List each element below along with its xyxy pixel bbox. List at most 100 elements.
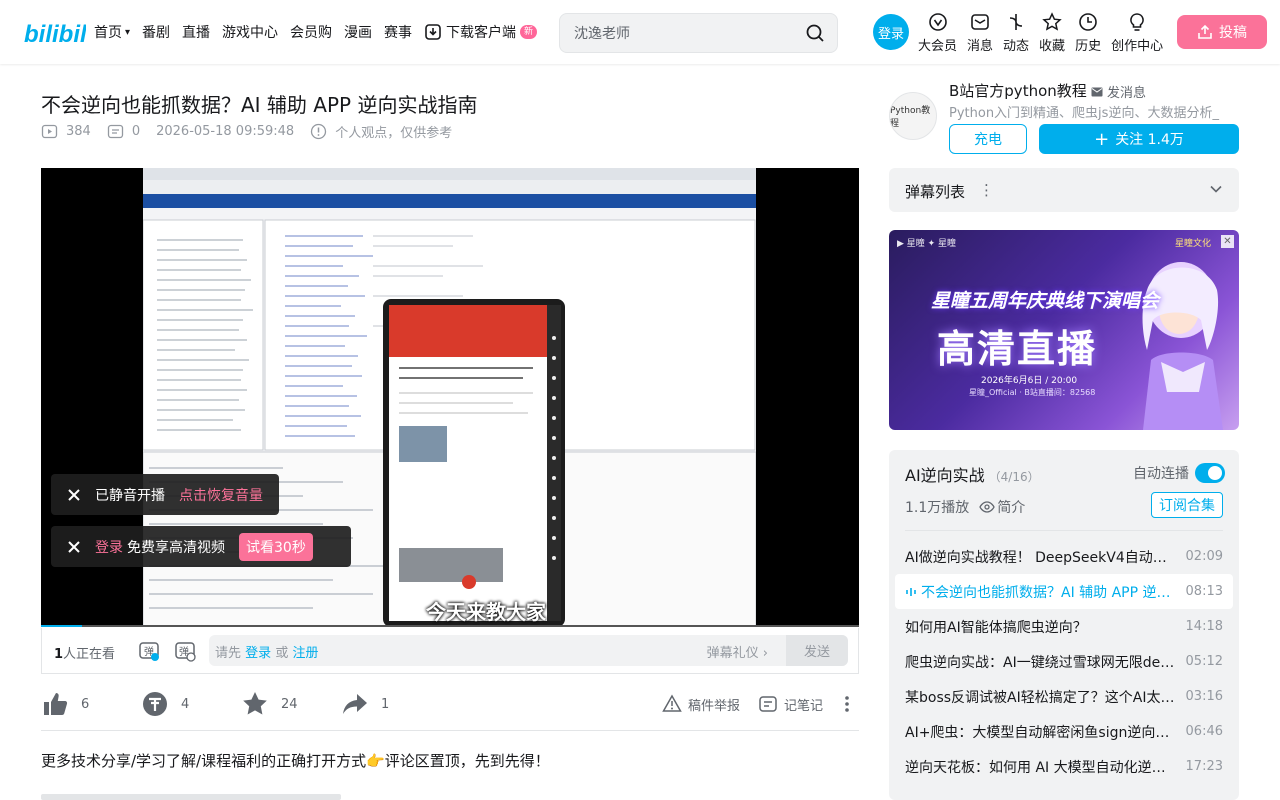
collection-item[interactable]: 爬虫逆向实战：AI一键绕过雪球网无限debugger05:12 <box>895 644 1233 679</box>
chevron-right-icon: › <box>762 646 768 661</box>
like-icon <box>44 693 68 715</box>
notes-icon <box>759 696 777 712</box>
nav-game-center[interactable]: 游戏中心 <box>222 22 278 42</box>
new-badge: 新 <box>520 25 538 39</box>
dynamic-icon <box>1009 14 1023 30</box>
nav-manga[interactable]: 漫画 <box>344 22 372 42</box>
danmaku-register-link[interactable]: 注册 <box>292 646 318 661</box>
trial-30s-button[interactable]: 试看30秒 <box>239 532 313 561</box>
info-icon <box>311 123 327 140</box>
view-count: 384 <box>41 123 91 140</box>
follow-button[interactable]: + 关注 1.4万 <box>1039 124 1239 154</box>
favorite-button[interactable]: 24 <box>241 690 298 718</box>
toggle-switch[interactable] <box>1195 463 1225 483</box>
download-icon <box>425 24 441 40</box>
send-message-link[interactable]: 发消息 <box>1091 82 1146 101</box>
mail-icon <box>1091 87 1103 96</box>
ad-subtext: 星瞳_Official · B站直播间：82568 <box>969 388 1096 397</box>
nav-anime[interactable]: 番剧 <box>142 22 170 42</box>
more-options-icon[interactable]: ⋮ <box>979 181 994 199</box>
danmaku-login-link[interactable]: 登录 <box>245 646 271 661</box>
report-button[interactable]: 稿件举报 <box>662 694 740 714</box>
ad-headline: 星瞳五周年庆典线下演唱会 <box>931 290 1160 312</box>
play-count-icon <box>41 124 58 139</box>
messages-link[interactable]: 消息 <box>967 12 993 54</box>
danmaku-input[interactable]: 请先 登录 或 注册 弹幕礼仪 › 发送 <box>209 635 848 666</box>
favorites-link[interactable]: 收藏 <box>1039 12 1065 54</box>
search-icon[interactable] <box>805 23 825 43</box>
danmaku-toggle-icon[interactable]: 弹 <box>138 640 160 662</box>
nav-esports[interactable]: 赛事 <box>384 22 412 42</box>
like-button[interactable]: 6 <box>41 690 89 718</box>
danmaku-count-icon <box>107 124 123 139</box>
danmaku-list-label: 弹幕列表 <box>905 183 966 201</box>
collection-list: AI做逆向实战教程！ DeepSeekV4自动逆向 02:09 不会逆向也能抓数据… <box>895 539 1233 784</box>
danmaku-bar: 1人正在看 弹 弹 请先 登录 或 注册 弹幕礼仪 › 发送 <box>41 628 859 674</box>
progress-fill <box>41 625 82 627</box>
vip-link[interactable]: 大会员 <box>918 12 957 54</box>
bilibili-logo[interactable]: bilibili <box>24 14 86 50</box>
share-icon <box>343 694 367 714</box>
collection-intro-link[interactable]: 简介 <box>979 497 1025 517</box>
playing-wave-icon <box>906 588 916 596</box>
ad-banner[interactable]: ▶ 星瞳 ✦ 星瞳 星瞳文化 ✕ 星瞳五周年庆典线下演唱会 高清直播 2026年… <box>889 230 1239 430</box>
ad-close-icon[interactable]: ✕ <box>1221 235 1234 248</box>
danmaku-count: 0 <box>107 123 140 140</box>
notes-button[interactable]: 记笔记 <box>758 694 823 714</box>
coin-icon <box>143 692 167 716</box>
collection-item[interactable]: AI做逆向实战教程！ DeepSeekV4自动逆向 02:09 <box>895 539 1233 574</box>
nav-live[interactable]: 直播 <box>182 22 210 42</box>
warning-icon <box>662 694 682 712</box>
collection-title[interactable]: AI逆向实战 （4/16） <box>905 462 1040 486</box>
search-input[interactable] <box>574 23 794 45</box>
close-icon[interactable] <box>67 488 81 502</box>
autoplay-toggle[interactable]: 自动连播 <box>1133 463 1225 483</box>
online-viewers: 1人正在看 <box>54 647 116 662</box>
creator-center-link[interactable]: 创作中心 <box>1111 12 1163 54</box>
close-icon[interactable] <box>67 540 81 554</box>
nav-download-client[interactable]: 下载客户端 新 <box>424 22 538 42</box>
uploader-avatar[interactable]: Python教程 <box>889 92 937 140</box>
message-icon <box>971 14 989 30</box>
collection-panel: AI逆向实战 （4/16） 自动连播 1.1万播放 简介 订阅合集 AI做逆向实战… <box>889 450 1239 800</box>
upload-button[interactable]: 投稿 <box>1177 15 1267 49</box>
subscribe-collection-button[interactable]: 订阅合集 <box>1151 492 1223 518</box>
share-button[interactable]: 1 <box>341 690 389 718</box>
chevron-down-icon: ▾ <box>125 26 131 38</box>
header-right-icons: 大会员 消息 动态 收藏 历史 创作中心 <box>918 12 1173 54</box>
video-subtitle: 今天来教大家 <box>426 600 546 624</box>
divider <box>41 730 859 731</box>
muted-toast: 已静音开播 点击恢复音量 <box>51 474 279 515</box>
collection-item[interactable]: 如何用AI智能体搞爬虫逆向？ 14:18 <box>895 609 1233 644</box>
video-description: 更多技术分享/学习了解/课程福利的正确打开方式👉评论区置顶，先到先得！ <box>41 752 550 770</box>
upload-icon <box>1198 24 1212 39</box>
danmaku-list-panel[interactable]: 弹幕列表 ⋮ <box>889 168 1239 212</box>
collection-item[interactable]: 逆向天花板：如何用 AI 大模型自动化逆向？ 17:23 <box>895 749 1233 784</box>
creator-icon <box>1130 13 1144 31</box>
more-options-icon[interactable] <box>838 694 856 714</box>
collection-item[interactable]: AI+爬虫：大模型自动解密闲鱼sign逆向参数 06:46 <box>895 714 1233 749</box>
video-player[interactable]: 已静音开播 点击恢复音量 登录 免费享高清视频 试看30秒 今天来教大家 <box>41 168 859 627</box>
dynamic-link[interactable]: 动态 <box>1003 12 1029 54</box>
top-header: bilibili 首页▾ 番剧 直播 游戏中心 会员购 漫画 赛事 下载客户端 … <box>0 0 1280 64</box>
charge-button[interactable]: 充电 <box>949 124 1027 154</box>
login-link[interactable]: 登录 <box>95 537 123 557</box>
danmaku-login-hint: 请先 登录 或 注册 <box>215 646 319 661</box>
unmute-link[interactable]: 点击恢复音量 <box>179 485 263 505</box>
login-avatar-button[interactable]: 登录 <box>873 14 909 50</box>
danmaku-settings-icon[interactable]: 弹 <box>174 640 196 662</box>
uploader-name[interactable]: B站官方python教程 <box>949 80 1087 101</box>
danmaku-send-button[interactable]: 发送 <box>786 635 848 666</box>
plus-icon: + <box>1094 128 1110 150</box>
nav-home[interactable]: 首页 ▾ <box>94 22 130 42</box>
history-link[interactable]: 历史 <box>1075 12 1101 54</box>
danmaku-etiquette-link[interactable]: 弹幕礼仪 › <box>707 642 768 661</box>
nav-shop[interactable]: 会员购 <box>290 22 332 42</box>
collection-item[interactable]: 某boss反调试被AI轻松搞定了？这个AI太强了 03:16 <box>895 679 1233 714</box>
login-toast: 登录 免费享高清视频 试看30秒 <box>51 526 351 567</box>
ad-date: 2026年6月6日 / 20:00 <box>981 376 1078 386</box>
uploader-description: Python入门到精通、爬虫js逆向、大数据分析_ <box>949 106 1219 121</box>
collection-item-active[interactable]: 不会逆向也能抓数据？AI 辅助 APP 逆向实战指南08:13 <box>895 574 1233 609</box>
coin-button[interactable]: 4 <box>141 690 189 718</box>
progress-bar[interactable] <box>41 625 859 627</box>
